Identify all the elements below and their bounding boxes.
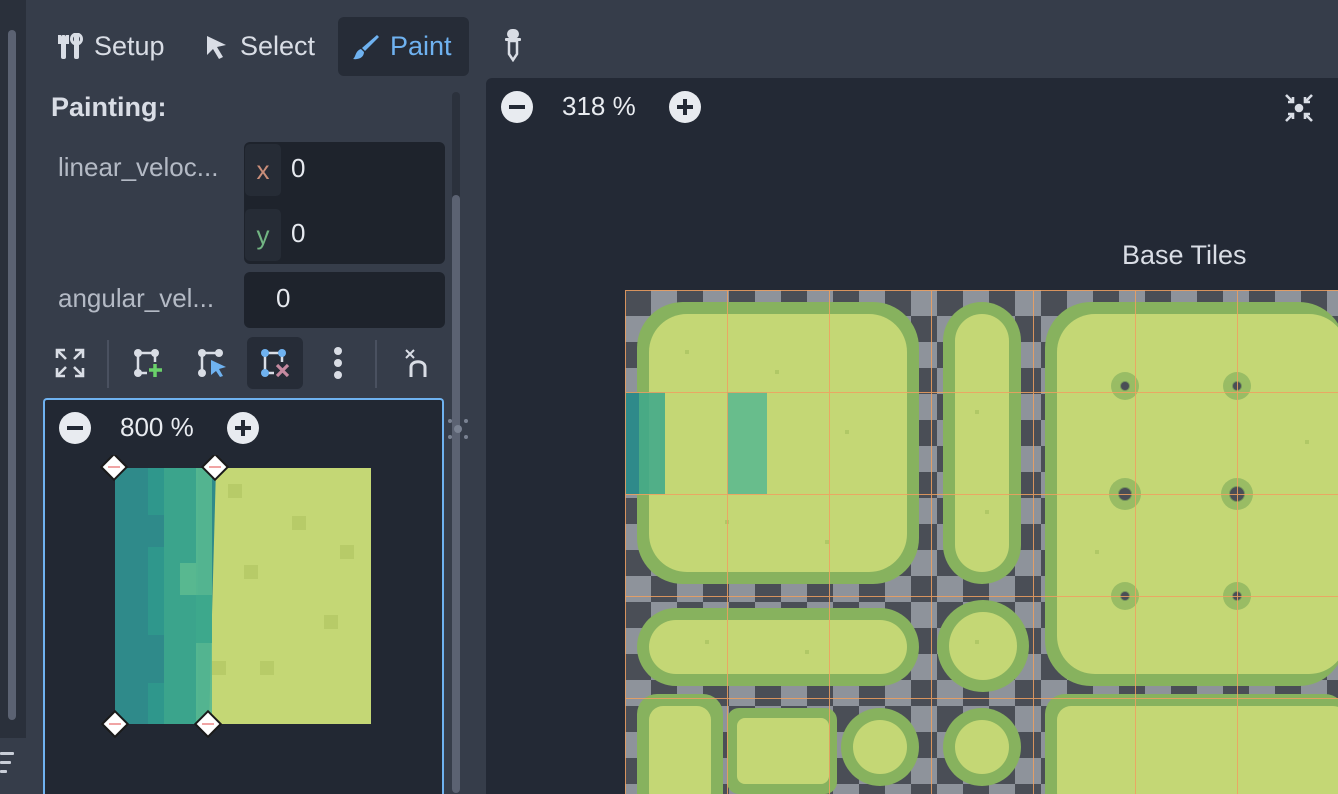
tile-atlas-grid[interactable] — [625, 290, 1338, 794]
add-point-icon[interactable] — [120, 337, 176, 389]
zoom-in-icon[interactable] — [227, 412, 259, 444]
tab-setup[interactable]: Setup — [44, 17, 179, 76]
angular-velocity-label: angular_vel... — [58, 283, 215, 313]
atlas-source-title: Base Tiles — [1122, 240, 1247, 270]
toolbar-divider-2 — [375, 340, 377, 388]
angular-velocity-field[interactable] — [244, 272, 445, 328]
y-axis-tag: y — [245, 209, 281, 261]
edit-point-icon[interactable] — [184, 337, 240, 389]
tab-select[interactable]: Select — [190, 17, 329, 76]
tools-icon — [58, 32, 84, 61]
tile-preview-canvas[interactable] — [100, 455, 390, 740]
toolbar-divider — [107, 340, 109, 388]
atlas-zoom-in-icon[interactable] — [669, 91, 701, 123]
brush-icon — [352, 33, 380, 61]
more-options-icon[interactable] — [310, 337, 366, 389]
linear-velocity-label: linear_veloc... — [58, 152, 219, 182]
snap-icon[interactable] — [390, 337, 446, 389]
angular-velocity-input[interactable]: 0 — [276, 283, 290, 314]
tab-paint[interactable]: Paint — [338, 17, 469, 76]
atlas-zoom-level: 318 % — [562, 91, 636, 121]
x-axis-tag: x — [245, 144, 281, 196]
atlas-zoom-out-icon[interactable] — [501, 91, 533, 123]
tab-select-label: Select — [240, 31, 316, 61]
menu-icon[interactable] — [0, 752, 14, 786]
preview-zoom-level: 800 % — [120, 412, 194, 442]
zoom-out-icon[interactable] — [59, 412, 91, 444]
tab-paint-label: Paint — [390, 31, 452, 61]
center-view-icon[interactable] — [1284, 93, 1314, 123]
left-dock-scrollbar[interactable] — [8, 30, 16, 720]
expand-icon[interactable] — [42, 337, 98, 389]
remove-point-icon[interactable] — [247, 337, 303, 389]
linear-velocity-x-input[interactable]: 0 — [291, 153, 305, 184]
painting-heading: Painting: — [51, 92, 167, 122]
tab-setup-label: Setup — [94, 31, 165, 61]
eyedropper-icon[interactable] — [500, 28, 526, 63]
pointer-icon — [204, 33, 230, 61]
panel-scrollbar[interactable] — [452, 195, 460, 793]
linear-velocity-y-input[interactable]: 0 — [291, 218, 305, 249]
split-handle-icon[interactable] — [446, 414, 470, 444]
